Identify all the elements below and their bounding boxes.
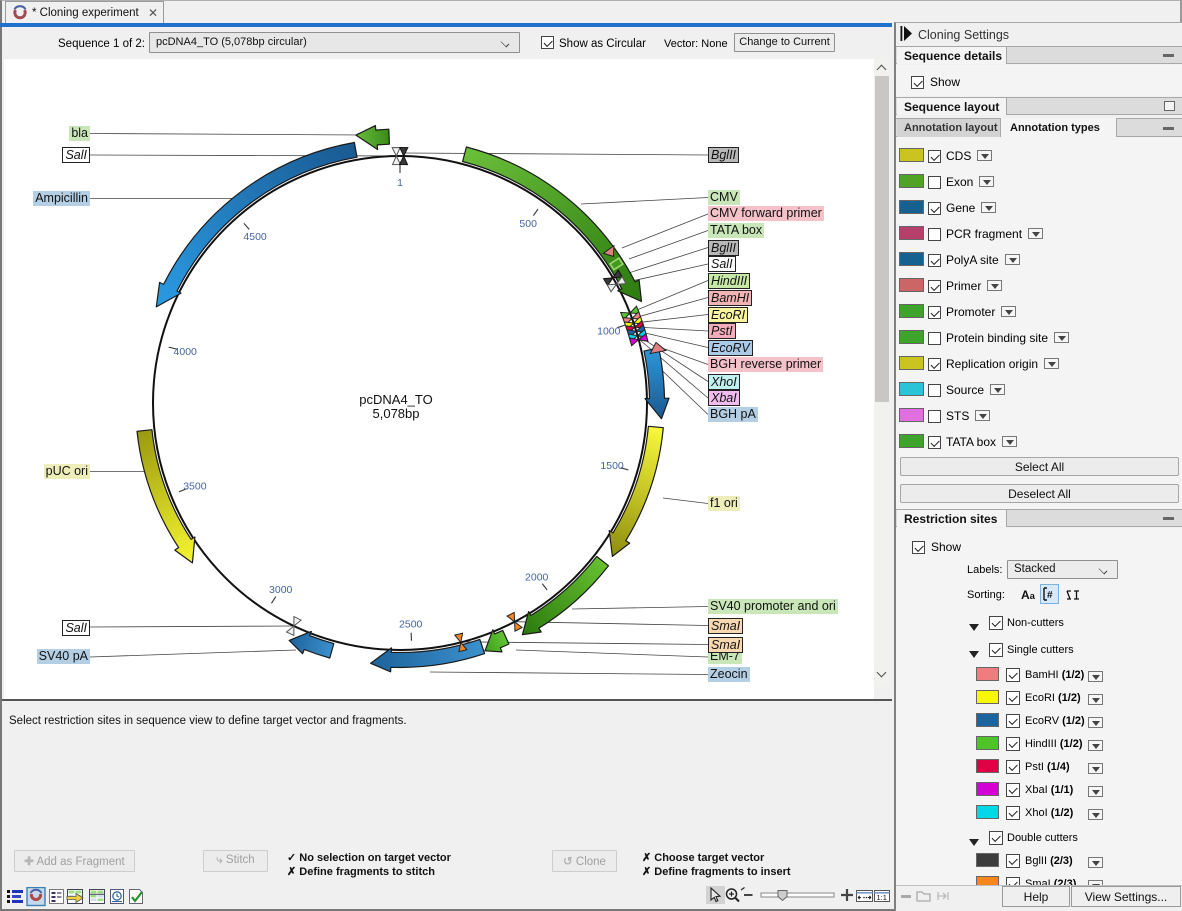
svg-text:3000: 3000	[269, 584, 293, 596]
svg-text:pcDNA4_TO: pcDNA4_TO	[359, 392, 432, 407]
svg-text:1000: 1000	[597, 326, 621, 338]
svg-text:4000: 4000	[174, 346, 198, 358]
svg-text:4500: 4500	[243, 231, 267, 243]
svg-text:1500: 1500	[600, 460, 624, 472]
svg-text:5,078bp: 5,078bp	[373, 406, 420, 421]
svg-text:3500: 3500	[183, 480, 207, 492]
svg-text:1:1: 1:1	[877, 893, 887, 902]
svg-text:#: #	[1047, 590, 1053, 601]
svg-text:500: 500	[519, 218, 537, 230]
svg-text:1: 1	[397, 177, 403, 189]
svg-text:2500: 2500	[399, 619, 423, 631]
svg-text:2000: 2000	[525, 572, 549, 584]
